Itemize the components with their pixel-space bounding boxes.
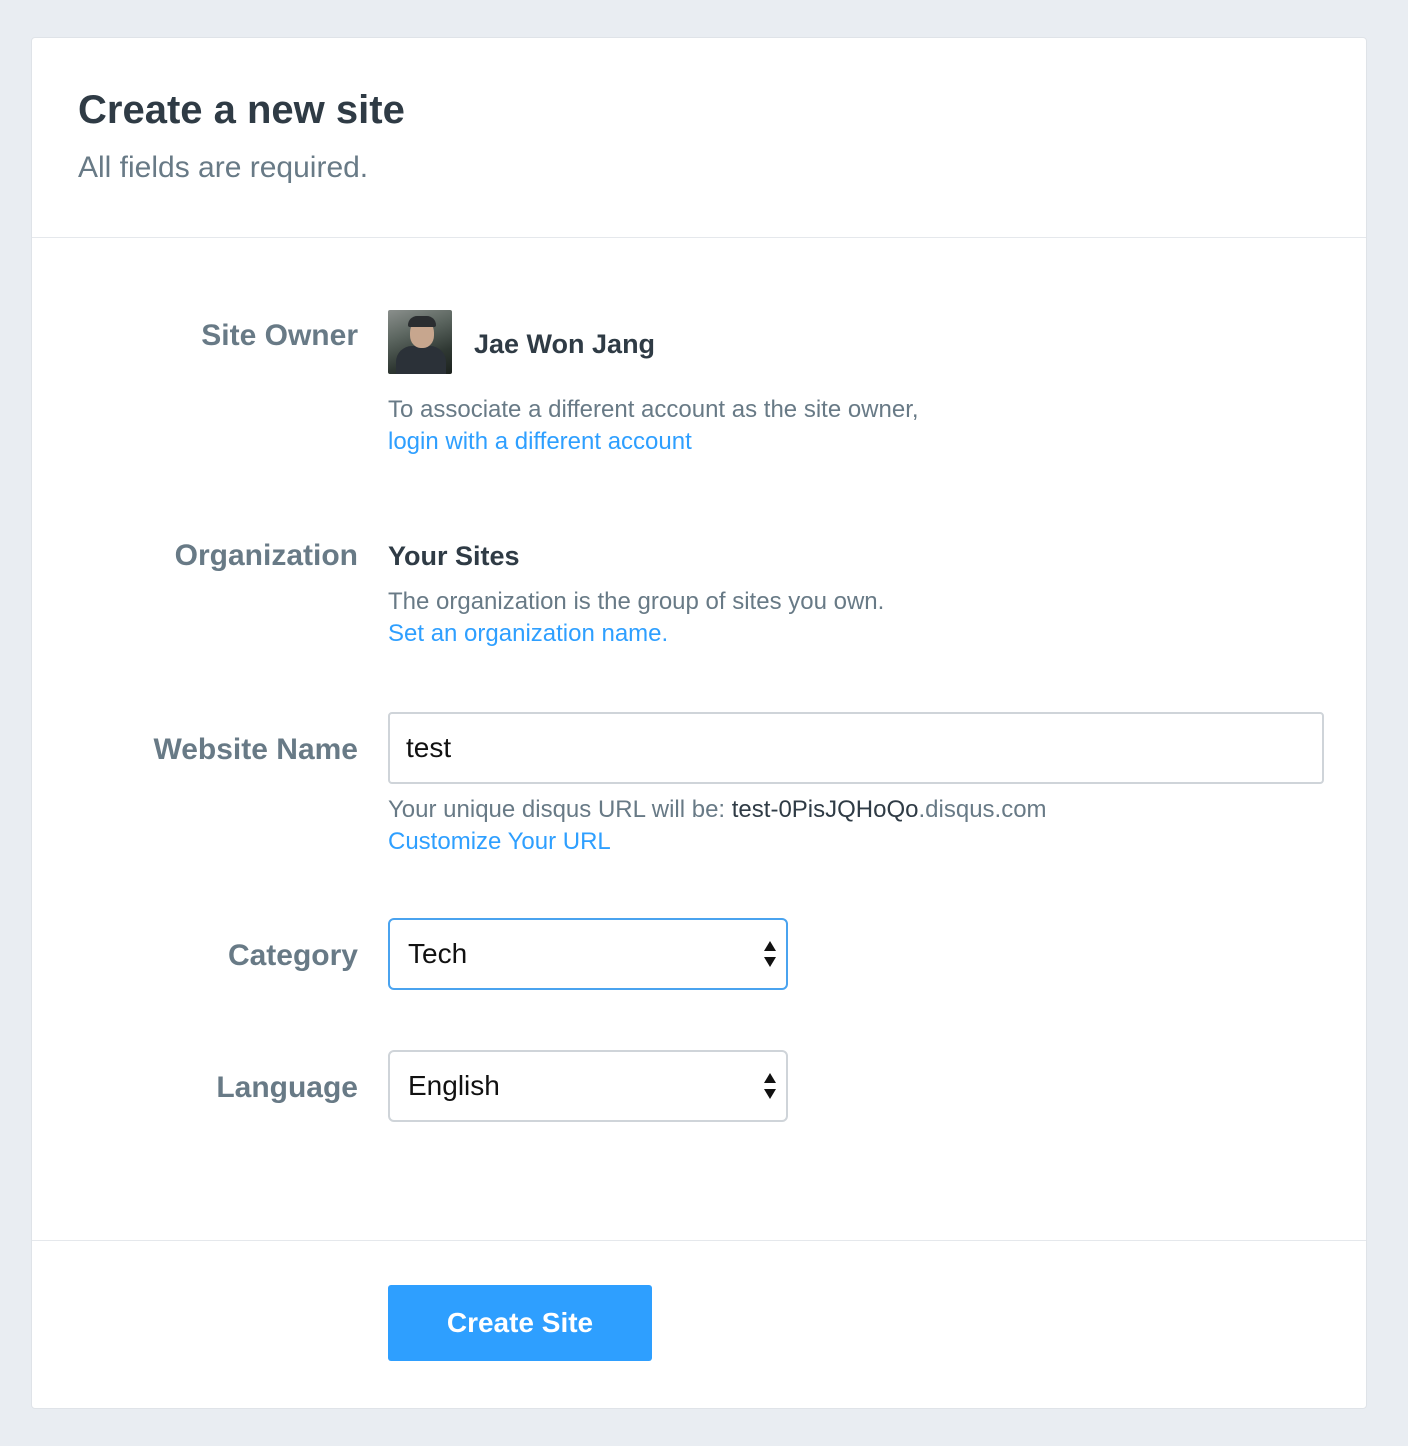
page-subtitle: All fields are required. xyxy=(78,151,369,184)
website-name-content: Your unique disqus URL will be: test-0Pi… xyxy=(388,712,1324,858)
website-name-input[interactable] xyxy=(388,712,1324,784)
language-label: Language xyxy=(216,1071,358,1104)
url-prefix: Your unique disqus URL will be: xyxy=(388,796,732,823)
category-selected-value: Tech xyxy=(408,938,468,969)
url-suffix: .disqus.com xyxy=(918,796,1047,823)
language-content: English xyxy=(388,1050,1322,1122)
login-different-account-link[interactable]: login with a different account xyxy=(388,426,919,458)
language-select[interactable]: English xyxy=(388,1050,788,1122)
customize-url-link[interactable]: Customize Your URL xyxy=(388,826,1322,858)
organization-label: Organization xyxy=(174,539,358,572)
set-organization-name-link[interactable]: Set an organization name. xyxy=(388,618,1322,650)
create-site-card: Create a new site All fields are require… xyxy=(31,37,1367,1409)
unique-url-text: Your unique disqus URL will be: test-0Pi… xyxy=(388,794,1322,826)
page-title: Create a new site xyxy=(78,88,405,132)
url-slug: test-0PisJQHoQo xyxy=(731,796,919,823)
organization-content: Your Sites The organization is the group… xyxy=(388,534,1322,650)
card-header: Create a new site All fields are require… xyxy=(32,38,1366,238)
category-label: Category xyxy=(227,939,358,972)
category-select[interactable]: Tech xyxy=(388,918,788,990)
card-footer: Create Site xyxy=(32,1240,1366,1408)
create-site-button[interactable]: Create Site xyxy=(388,1285,652,1361)
select-arrows-icon xyxy=(764,941,776,967)
organization-help-text: The organization is the group of sites y… xyxy=(388,588,885,615)
avatar xyxy=(388,310,452,374)
website-name-label: Website Name xyxy=(153,733,358,766)
select-arrows-icon xyxy=(764,1073,776,1099)
site-owner-content: Jae Won Jang To associate a different ac… xyxy=(388,310,1322,470)
organization-name: Your Sites xyxy=(388,541,520,571)
site-owner-label: Site Owner xyxy=(201,319,358,352)
category-content: Tech xyxy=(388,918,1322,990)
owner-help-text: To associate a different account as the … xyxy=(388,396,919,423)
language-selected-value: English xyxy=(408,1070,500,1101)
owner-name: Jae Won Jang xyxy=(474,329,656,359)
